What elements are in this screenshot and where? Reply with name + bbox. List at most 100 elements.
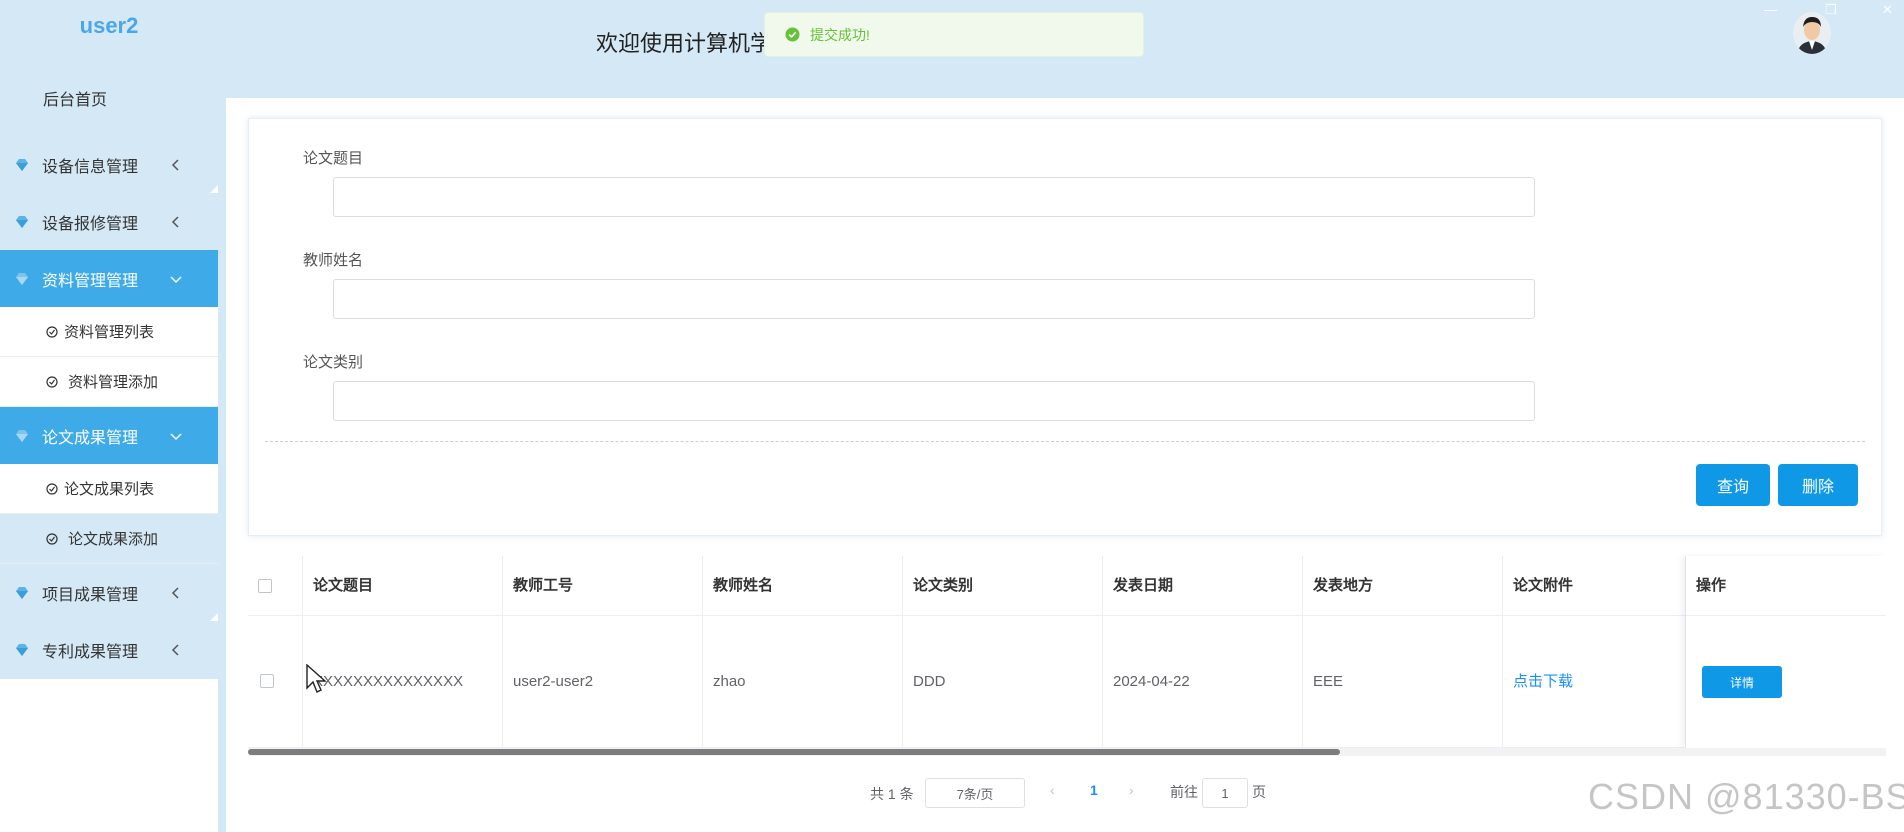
row-select-cell [248,616,303,748]
detail-button[interactable]: 详情 [1702,666,1782,698]
sidebar-subitem-papers-list[interactable]: 论文成果列表 [0,464,218,514]
header-select-cell [248,556,303,616]
column-header: 发表地方 [1303,556,1503,616]
sidebar-subitem-label: 资料管理添加 [68,374,159,391]
sidebar-item-label: 专利成果管理 [42,643,139,661]
diamond-icon [16,272,28,285]
delete-button[interactable]: 删除 [1778,464,1858,506]
success-check-icon [785,27,800,42]
sidebar-subitem-materials-add[interactable]: 资料管理添加 [0,357,218,407]
divider [265,441,1865,442]
column-header: 论文类别 [903,556,1103,616]
diamond-icon [16,429,28,442]
check-circle-icon [46,375,58,388]
sidebar-item-device-repair[interactable]: 设备报修管理 [0,193,218,250]
horizontal-scrollbar[interactable] [248,748,1886,756]
sidebar-item-device-info[interactable]: 设备信息管理 [0,136,218,193]
download-link[interactable]: 点击下载 [1513,673,1573,690]
search-form: 论文题目 教师姓名 论文类别 查询 删除 [248,118,1882,536]
cell-place: EEE [1303,616,1503,748]
sidebar-item-home[interactable]: 后台首页 [0,60,218,136]
goto-label: 前往 [1170,784,1198,800]
diamond-icon [16,643,28,656]
sidebar-item-label: 资料管理管理 [42,272,139,290]
table-row: XXXXXXXXXXXXXXX user2-user2 zhao DDD 202… [248,616,1886,748]
column-header: 教师姓名 [703,556,903,616]
actions-column: 操作 详情 [1686,556,1886,748]
field-label-teacher-name: 教师姓名 [303,252,364,269]
next-page-icon[interactable]: › [1129,782,1134,798]
column-header: 论文附件 [1503,556,1686,616]
close-icon[interactable]: ✕ [1882,2,1893,18]
sidebar-item-label: 论文成果管理 [42,429,139,447]
success-toast: 提交成功! [764,12,1144,57]
avatar[interactable] [1793,12,1831,54]
watermark: CSDN @81330-BS [1588,776,1904,817]
query-button[interactable]: 查询 [1696,464,1770,506]
chevron-left-icon [171,643,179,656]
cell-attachment: 点击下载 [1503,616,1686,748]
pagination-total: 共 1 条 [870,786,914,802]
category-input[interactable] [333,381,1535,421]
goto-page-input[interactable]: 1 [1202,778,1248,808]
current-page[interactable]: 1 [1090,782,1098,798]
content-left-border [218,98,226,832]
chevron-left-icon [171,215,179,228]
corner-decoration [210,613,218,621]
mouse-cursor-icon [306,664,327,693]
page-suffix: 页 [1252,784,1266,800]
check-circle-icon [46,482,58,495]
check-circle-icon [46,532,58,545]
title-input[interactable] [333,177,1535,217]
restore-icon[interactable]: ❐ [1825,2,1837,18]
field-label-title: 论文题目 [303,150,364,167]
sidebar-item-patents[interactable]: 专利成果管理 [0,621,218,678]
row-checkbox[interactable] [260,674,274,688]
cell-teacher-id: user2-user2 [503,616,703,748]
diamond-icon [16,215,28,228]
page-title: 欢迎使用计算机学 [596,31,773,56]
minimize-icon[interactable]: — [1764,2,1777,17]
cell-category: DDD [903,616,1103,748]
sidebar-item-label: 设备信息管理 [42,158,139,176]
toast-message: 提交成功! [810,26,870,43]
sidebar-subitem-label: 资料管理列表 [64,324,155,341]
cell-title: XXXXXXXXXXXXXXX [303,616,503,748]
select-all-checkbox[interactable] [258,579,272,593]
papers-table: 论文题目 教师工号 教师姓名 论文类别 发表日期 发表地方 论文附件 XXXXX… [248,556,1886,756]
scrollbar-thumb[interactable] [248,749,1340,755]
cell-date: 2024-04-22 [1103,616,1303,748]
sidebar-item-label: 后台首页 [43,92,108,109]
check-circle-icon [46,325,58,338]
diamond-icon [16,586,28,599]
table-header: 论文题目 教师工号 教师姓名 论文类别 发表日期 发表地方 论文附件 [248,556,1886,616]
page-size-select[interactable]: 7条/页 [925,778,1025,808]
sidebar-item-papers[interactable]: 论文成果管理 [0,407,218,464]
chevron-left-icon [171,586,179,599]
sidebar-item-label: 项目成果管理 [42,586,139,604]
brand-name: user2 [79,13,139,38]
column-header: 教师工号 [503,556,703,616]
diamond-icon [16,158,28,171]
sidebar-item-projects[interactable]: 项目成果管理 [0,564,218,621]
chevron-down-icon [170,432,182,440]
sidebar: user2 后台首页 设备信息管理 设备报修管理 资料管理管理 资料管理列表 资… [0,0,218,679]
sidebar-subitem-label: 论文成果添加 [68,531,159,548]
column-header: 操作 [1686,556,1886,616]
prev-page-icon[interactable]: ‹ [1050,782,1055,798]
field-label-category: 论文类别 [303,354,364,371]
column-header: 发表日期 [1103,556,1303,616]
column-header: 论文题目 [303,556,503,616]
user-avatar-icon [1793,12,1831,54]
cell-teacher-name: zhao [703,616,903,748]
sidebar-empty-area [0,679,218,832]
chevron-down-icon [170,275,182,283]
teacher-name-input[interactable] [333,279,1535,319]
sidebar-subitem-papers-add[interactable]: 论文成果添加 [0,514,218,564]
sidebar-subitem-materials-list[interactable]: 资料管理列表 [0,307,218,357]
sidebar-subitem-label: 论文成果列表 [64,481,155,498]
chevron-left-icon [171,158,179,171]
corner-decoration [210,185,218,193]
sidebar-item-materials[interactable]: 资料管理管理 [0,250,218,307]
sidebar-item-label: 设备报修管理 [42,215,139,233]
